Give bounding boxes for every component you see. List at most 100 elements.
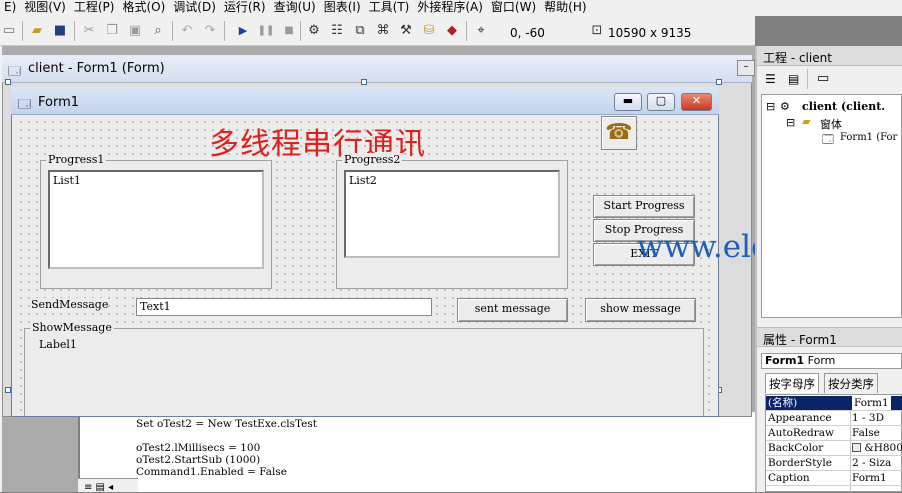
form-layout-icon[interactable]: ⧉ bbox=[351, 22, 369, 40]
open-icon[interactable]: ▰ bbox=[28, 22, 46, 40]
menu-diagram[interactable]: 图表(I) bbox=[320, 0, 365, 15]
form1-titlebar[interactable] bbox=[11, 87, 719, 115]
size-icon: ⊡ bbox=[591, 23, 603, 38]
property-row[interactable]: AutoRedraw False bbox=[766, 426, 902, 441]
data-view-icon[interactable]: ⛁ bbox=[420, 22, 438, 40]
pause-icon[interactable]: ❚❚ bbox=[257, 22, 275, 40]
size-readout: 10590 x 9135 bbox=[608, 26, 692, 40]
redo-icon[interactable]: ↷ bbox=[201, 22, 219, 40]
property-row[interactable]: BackColor &H8000 bbox=[766, 441, 902, 456]
menu-format[interactable]: 格式(O) bbox=[118, 0, 169, 15]
toolbar-separator bbox=[807, 69, 808, 89]
undo-icon[interactable]: ↶ bbox=[178, 22, 196, 40]
menu-edit[interactable]: E) bbox=[0, 0, 20, 15]
color-swatch bbox=[852, 443, 861, 452]
phone-icon[interactable]: ☎ bbox=[601, 116, 637, 150]
menu-addins[interactable]: 外接程序(A) bbox=[413, 0, 487, 15]
menu-bar: E) 视图(V) 工程(P) 格式(O) 调试(D) 运行(R) 查询(U) 图表(I) 工具(… bbox=[0, 0, 902, 16]
resize-handle[interactable] bbox=[361, 79, 367, 85]
project-explorer-title: 工程 - client bbox=[757, 46, 902, 66]
properties-title: 属性 - Form1 bbox=[757, 327, 902, 347]
send-message-label: SendMessage bbox=[31, 298, 109, 311]
minimize-button[interactable]: ▬ bbox=[614, 93, 642, 111]
paste-icon[interactable]: ▣ bbox=[126, 22, 144, 40]
view-code-icon[interactable]: ☰ bbox=[765, 72, 776, 86]
code-line: Command1.Enabled = False bbox=[136, 466, 287, 478]
position-icon: ⌖ bbox=[477, 23, 485, 38]
resize-handle[interactable] bbox=[716, 79, 722, 85]
tree-item-project[interactable]: client (client. bbox=[802, 100, 885, 113]
code-line: Set oTest2 = New TestExe.clsTest bbox=[136, 418, 317, 430]
copy-icon[interactable]: ❐ bbox=[103, 22, 121, 40]
properties-object-select[interactable]: Form1 Form bbox=[761, 353, 902, 369]
menu-query[interactable]: 查询(U) bbox=[270, 0, 320, 15]
toolbar-separator bbox=[74, 21, 75, 41]
code-line: oTest2.lMillisecs = 100 bbox=[136, 442, 261, 454]
visual-component-icon[interactable]: ◆ bbox=[443, 22, 461, 40]
maximize-button[interactable]: ▢ bbox=[647, 93, 675, 111]
run-icon[interactable]: ▶ bbox=[234, 22, 252, 40]
sent-message-button[interactable]: sent message bbox=[457, 298, 568, 322]
object-browser-icon[interactable]: ⌘ bbox=[374, 22, 392, 40]
menu-view[interactable]: 视图(V) bbox=[20, 0, 70, 15]
position-readout: 0, -60 bbox=[510, 26, 545, 40]
view-object-icon[interactable]: ▤ bbox=[788, 72, 799, 86]
text1-input[interactable]: Text1 bbox=[136, 298, 432, 316]
menu-tools[interactable]: 工具(T) bbox=[365, 0, 414, 15]
designer-minimize-button[interactable]: – bbox=[737, 60, 755, 76]
object-type: Form bbox=[807, 354, 836, 367]
progress2-caption: Progress2 bbox=[342, 153, 403, 166]
property-row[interactable]: (名称) Form1 bbox=[766, 396, 902, 411]
toggle-folders-icon[interactable]: ▭ bbox=[817, 71, 829, 86]
stop-icon[interactable]: ■ bbox=[280, 22, 298, 40]
start-progress-button[interactable]: Start Progress bbox=[593, 195, 695, 218]
toolbar-separator bbox=[224, 21, 225, 41]
toolbar-separator bbox=[300, 21, 301, 41]
toolbar-separator bbox=[172, 21, 173, 41]
designer-title: client - Form1 (Form) bbox=[28, 61, 165, 76]
view-toggle-icon[interactable]: ≡ ▤ ◂ bbox=[78, 482, 113, 493]
menu-project[interactable]: 工程(P) bbox=[70, 0, 119, 15]
show-message-caption: ShowMessage bbox=[30, 321, 114, 334]
toolbar: ▭ ▰ ■ ✂ ❐ ▣ ⌕ ↶ ↷ ▶ ❚❚ ■ ⚙ ☷ ⧉ ⌘ ⚒ ⛁ ◆ ⌖… bbox=[0, 16, 755, 46]
tree-collapse-icon[interactable]: ⊟ bbox=[786, 116, 795, 129]
code-text[interactable]: Set oTest2 = New TestExe.clsTest oTest2.… bbox=[136, 418, 317, 478]
toolbar-separator bbox=[466, 21, 467, 41]
menu-help[interactable]: 帮助(H) bbox=[540, 0, 590, 15]
close-button[interactable]: ✕ bbox=[681, 93, 712, 111]
find-icon[interactable]: ⌕ bbox=[149, 22, 167, 40]
new-item-icon[interactable]: ▭ bbox=[0, 22, 18, 40]
show-message-button[interactable]: show message bbox=[585, 298, 696, 322]
folder-icon: ▰ bbox=[802, 115, 811, 128]
tab-categorized[interactable]: 按分类序 bbox=[824, 373, 878, 393]
code-view-toggle[interactable]: ≡ ▤ ◂ bbox=[78, 478, 138, 493]
object-name: Form1 bbox=[765, 354, 805, 367]
menu-run[interactable]: 运行(R) bbox=[220, 0, 270, 15]
save-icon[interactable]: ■ bbox=[51, 22, 69, 40]
tree-item-forms-folder[interactable]: 窗体 bbox=[820, 116, 842, 132]
properties-icon[interactable]: ☷ bbox=[328, 22, 346, 40]
property-row[interactable]: Appearance 1 - 3D bbox=[766, 411, 902, 426]
label1: Label1 bbox=[39, 338, 77, 351]
cut-icon[interactable]: ✂ bbox=[80, 22, 98, 40]
code-line: oTest2.StartSub (1000) bbox=[136, 454, 261, 466]
project-explorer-icon[interactable]: ⚙ bbox=[305, 22, 323, 40]
toolbox-icon[interactable]: ⚒ bbox=[397, 22, 415, 40]
menu-window[interactable]: 窗口(W) bbox=[487, 0, 540, 15]
form-icon: 🗔 bbox=[822, 133, 834, 146]
property-row[interactable]: Caption Form1 bbox=[766, 471, 902, 486]
list1-listbox[interactable]: List1 bbox=[48, 170, 264, 269]
project-toolbar: ☰ ▤ ▭ bbox=[757, 67, 902, 93]
form-icon: 🗔 bbox=[18, 97, 32, 111]
toolbar-separator bbox=[22, 21, 23, 41]
resize-handle[interactable] bbox=[5, 79, 11, 85]
tree-collapse-icon[interactable]: ⊟ bbox=[766, 100, 775, 113]
tree-item-form1[interactable]: Form1 (For bbox=[840, 132, 897, 143]
project-icon: ⚙ bbox=[780, 100, 790, 113]
tab-alphabetic[interactable]: 按字母序 bbox=[765, 373, 819, 393]
menu-debug[interactable]: 调试(D) bbox=[169, 0, 220, 15]
progress1-caption: Progress1 bbox=[46, 153, 107, 166]
list2-listbox[interactable]: List2 bbox=[344, 170, 560, 258]
property-row[interactable]: BorderStyle 2 - Siza bbox=[766, 456, 902, 471]
